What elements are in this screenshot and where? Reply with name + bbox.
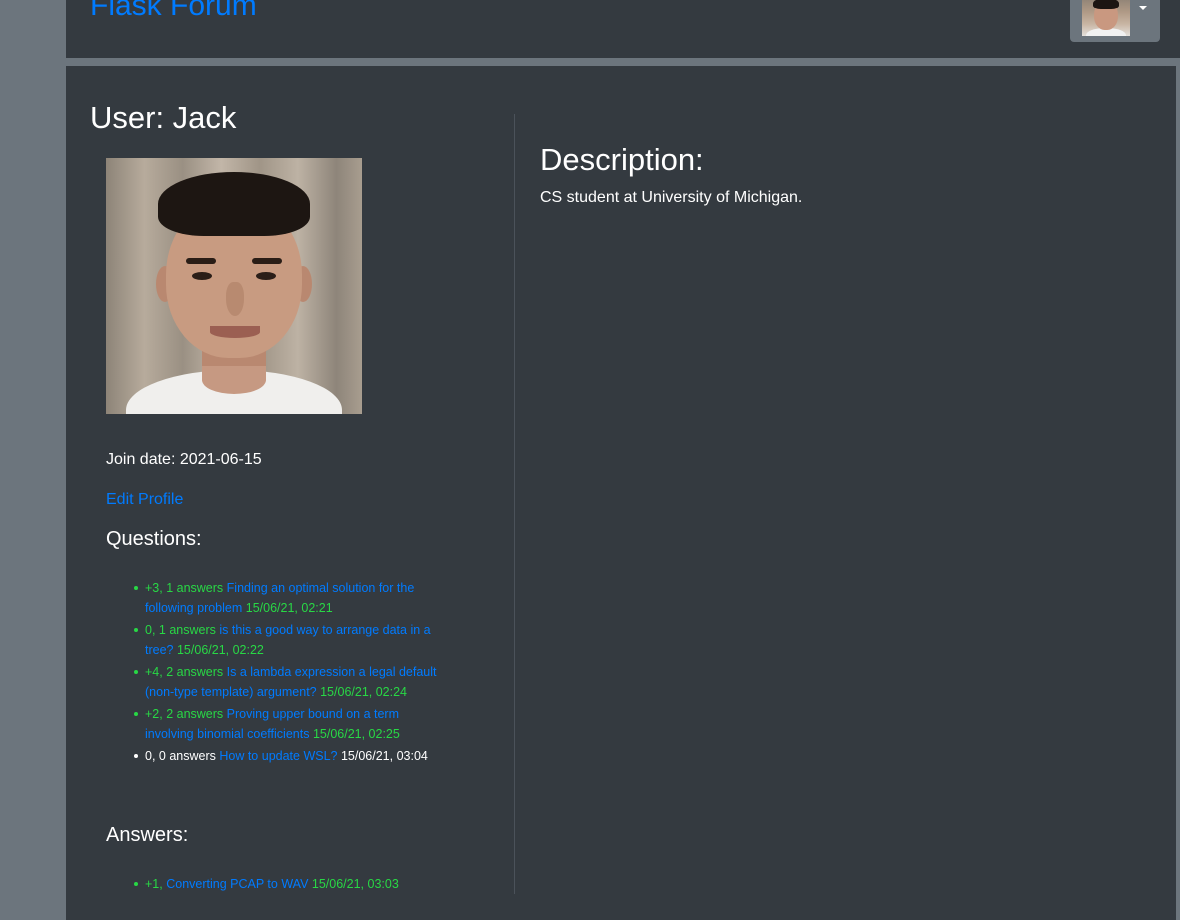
description-heading: Description: <box>540 142 704 177</box>
avatar <box>1082 0 1130 36</box>
question-date: 15/06/21, 03:04 <box>340 749 428 763</box>
list-item: +3, 1 answers Finding an optimal solutio… <box>132 579 442 618</box>
list-item: +2, 2 answers Proving upper bound on a t… <box>132 705 442 744</box>
questions-heading: Questions: <box>106 528 202 550</box>
list-item: +4, 2 answers Is a lambda expression a l… <box>132 663 442 702</box>
answers-list: +1, Converting PCAP to WAV 15/06/21, 03:… <box>132 875 442 898</box>
question-score: 0, 1 answers <box>145 623 216 637</box>
question-score: +2, 2 answers <box>145 707 224 721</box>
user-menu-button[interactable] <box>1070 0 1160 42</box>
questions-list: +3, 1 answers Finding an optimal solutio… <box>132 579 442 770</box>
brand-link[interactable]: Flask Forum <box>90 0 257 26</box>
chevron-down-icon <box>1139 6 1147 10</box>
question-score: +4, 2 answers <box>145 665 224 679</box>
list-item: 0, 0 answers How to update WSL? 15/06/21… <box>132 747 442 767</box>
answers-heading: Answers: <box>106 824 189 846</box>
profile-column: User: Jack Join date: 2021-06-15 Edit Pr… <box>66 66 514 920</box>
list-item: 0, 1 answers is this a good way to arran… <box>132 621 442 660</box>
description-text: CS student at University of Michigan. <box>540 189 803 206</box>
question-score: 0, 0 answers <box>145 749 216 763</box>
answer-date: 15/06/21, 03:03 <box>311 877 399 891</box>
page-title: User: Jack <box>90 100 237 135</box>
question-date: 15/06/21, 02:22 <box>176 642 264 657</box>
edit-profile-link[interactable]: Edit Profile <box>106 490 183 510</box>
main-content: User: Jack Join date: 2021-06-15 Edit Pr… <box>66 66 1176 920</box>
list-item: +1, Converting PCAP to WAV 15/06/21, 03:… <box>132 875 442 895</box>
join-date: Join date: 2021-06-15 <box>106 451 262 468</box>
column-divider <box>514 114 515 894</box>
question-date: 15/06/21, 02:21 <box>245 600 333 615</box>
navbar: Flask Forum <box>66 0 1180 58</box>
answer-link[interactable]: Converting PCAP to WAV <box>166 877 308 891</box>
answer-score: +1, <box>145 877 163 891</box>
question-date: 15/06/21, 02:24 <box>320 684 407 699</box>
question-score: +3, 1 answers <box>145 581 224 595</box>
question-date: 15/06/21, 02:25 <box>312 726 400 741</box>
profile-photo <box>106 158 362 414</box>
question-link[interactable]: How to update WSL? <box>219 749 337 763</box>
